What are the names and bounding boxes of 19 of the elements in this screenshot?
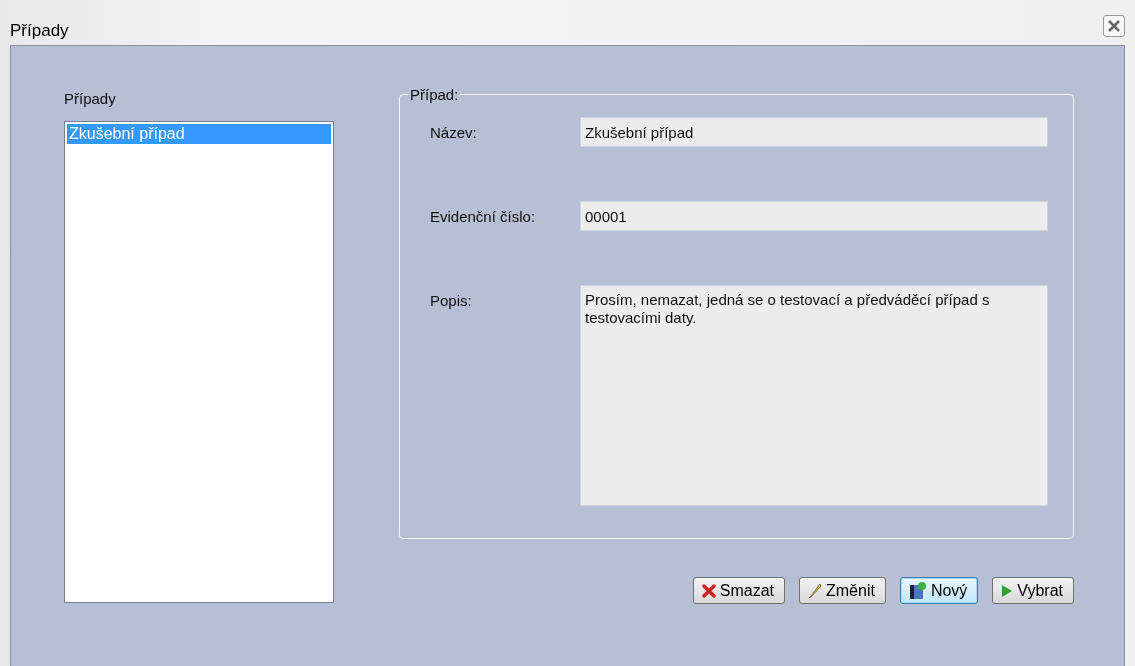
new-button[interactable]: Nový	[899, 577, 979, 604]
window-title: Případy	[10, 21, 69, 41]
pencil-icon	[808, 582, 822, 599]
field-label: Popis:	[430, 291, 473, 309]
cross-icon	[701, 583, 716, 598]
close-icon	[1107, 19, 1121, 33]
book-plus-icon	[908, 581, 927, 600]
play-icon	[1001, 583, 1014, 598]
list-label: Případy	[64, 90, 117, 109]
close-button[interactable]	[1103, 15, 1125, 37]
group-title: Případ:	[409, 86, 460, 103]
field-label: Název:	[430, 123, 478, 141]
delete-button[interactable]: Smazat	[692, 577, 785, 604]
input-field[interactable]: Zkušební případ	[580, 117, 1048, 147]
select-button[interactable]: Vybrat	[992, 577, 1074, 604]
field-label: Evidenční číslo:	[430, 207, 537, 225]
edit-button[interactable]: Změnit	[799, 577, 886, 604]
text-area[interactable]: Prosím, nemazat, jedná se o testovací a předváděcí případ s testovacími daty.	[580, 285, 1048, 506]
input-field[interactable]: 00001	[580, 201, 1048, 231]
